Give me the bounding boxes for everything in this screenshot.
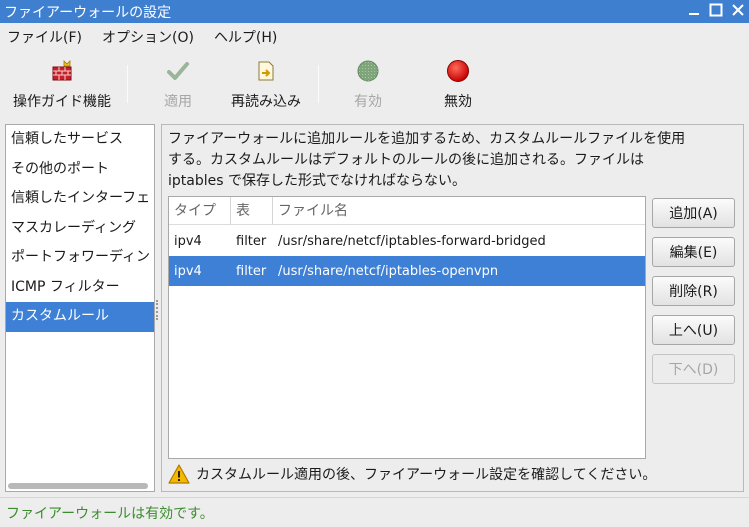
red-circle-icon: [445, 59, 471, 83]
reload-button[interactable]: 再読み込み: [224, 57, 308, 111]
sidebar-item-masquerading[interactable]: マスカレーディング: [6, 214, 154, 244]
warning-text: カスタムルール適用の後、ファイアーウォール設定を確認してください。: [196, 467, 657, 483]
check-icon: [165, 59, 191, 83]
apply-button[interactable]: 適用: [150, 57, 206, 111]
column-header-table[interactable]: 表: [231, 197, 273, 225]
warning-icon: [168, 463, 190, 485]
minimize-button[interactable]: [683, 0, 705, 23]
reload-label: 再読み込み: [231, 94, 301, 110]
menu-help[interactable]: ヘルプ(H): [214, 27, 277, 47]
sidebar-horizontal-scrollbar[interactable]: [8, 483, 148, 489]
status-text: ファイアーウォールは有効です。: [6, 506, 214, 522]
close-icon: [731, 3, 745, 21]
table-row[interactable]: ipv4 filter /usr/share/netcf/iptables-op…: [169, 256, 645, 286]
custom-rules-table[interactable]: タイプ 表 ファイル名 ipv4 filter /usr/share/netcf…: [168, 196, 646, 459]
sidebar-item-trusted-services[interactable]: 信頼したサービス: [6, 125, 154, 155]
maximize-button[interactable]: [705, 0, 727, 23]
wizard-button[interactable]: 操作ガイド機能: [8, 57, 116, 111]
cell-table: filter: [236, 233, 267, 249]
toolbar: 操作ガイド機能 適用 再読み込み 有効 無効: [0, 51, 749, 115]
custom-rules-panel: ファイアーウォールに追加ルールを追加するため、カスタムルールファイルを使用 する…: [161, 124, 744, 492]
sidebar-item-port-forwarding[interactable]: ポートフォワーディン: [6, 243, 154, 273]
table-row[interactable]: ipv4 filter /usr/share/netcf/iptables-fo…: [169, 226, 645, 256]
cell-filename: /usr/share/netcf/iptables-openvpn: [278, 263, 499, 279]
pane-resize-handle[interactable]: [156, 300, 158, 320]
enable-label: 有効: [354, 94, 382, 110]
toolbar-separator: [127, 65, 128, 103]
enable-button[interactable]: 有効: [340, 57, 396, 111]
menu-options[interactable]: オプション(O): [102, 27, 194, 47]
minimize-icon: [687, 3, 701, 21]
add-button[interactable]: 追加(A): [652, 198, 735, 228]
sidebar-item-other-ports[interactable]: その他のポート: [6, 155, 154, 185]
cell-type: ipv4: [174, 263, 202, 279]
sidebar-item-custom-rules[interactable]: カスタムルール: [6, 302, 154, 332]
sidebar-item-trusted-interfaces[interactable]: 信頼したインターフェ: [6, 184, 154, 214]
disable-button[interactable]: 無効: [430, 57, 486, 111]
sidebar: 信頼したサービス その他のポート 信頼したインターフェ マスカレーディング ポー…: [5, 124, 155, 492]
menu-file[interactable]: ファイル(F): [7, 27, 82, 47]
cell-filename: /usr/share/netcf/iptables-forward-bridge…: [278, 233, 546, 249]
description-line: する。カスタムルールはデフォルトのルールの後に追加される。ファイルは: [168, 152, 644, 168]
title-bar: ファイアーウォールの設定: [0, 0, 749, 23]
edit-button[interactable]: 編集(E): [652, 237, 735, 267]
firewall-wizard-icon: [49, 59, 75, 83]
warning-message: カスタムルール適用の後、ファイアーウォール設定を確認してください。: [168, 463, 656, 485]
description-line: iptables で保存した形式でなければならない。: [168, 173, 466, 189]
menu-bar: ファイル(F) オプション(O) ヘルプ(H): [0, 23, 749, 51]
apply-label: 適用: [164, 94, 192, 110]
toolbar-separator: [318, 65, 319, 103]
disable-label: 無効: [444, 94, 472, 110]
column-header-filename[interactable]: ファイル名: [273, 197, 645, 225]
table-header: タイプ 表 ファイル名: [169, 197, 645, 225]
move-down-button[interactable]: 下へ(D): [652, 354, 735, 384]
description-text: ファイアーウォールに追加ルールを追加するため、カスタムルールファイルを使用 する…: [168, 129, 738, 192]
rule-action-buttons: 追加(A) 編集(E) 削除(R) 上へ(U) 下へ(D): [652, 198, 736, 393]
reload-icon: [253, 59, 279, 83]
description-line: ファイアーウォールに追加ルールを追加するため、カスタムルールファイルを使用: [168, 131, 686, 147]
move-up-button[interactable]: 上へ(U): [652, 315, 735, 345]
maximize-icon: [709, 3, 723, 21]
window-title: ファイアーウォールの設定: [4, 4, 172, 21]
remove-button[interactable]: 削除(R): [652, 276, 735, 306]
wizard-label: 操作ガイド機能: [13, 94, 111, 110]
cell-table: filter: [236, 263, 267, 279]
cell-type: ipv4: [174, 233, 202, 249]
sidebar-item-icmp-filter[interactable]: ICMP フィルター: [6, 273, 154, 303]
green-circle-icon: [355, 59, 381, 83]
close-button[interactable]: [727, 0, 749, 23]
column-header-type[interactable]: タイプ: [169, 197, 231, 225]
status-bar: ファイアーウォールは有効です。: [0, 497, 749, 527]
